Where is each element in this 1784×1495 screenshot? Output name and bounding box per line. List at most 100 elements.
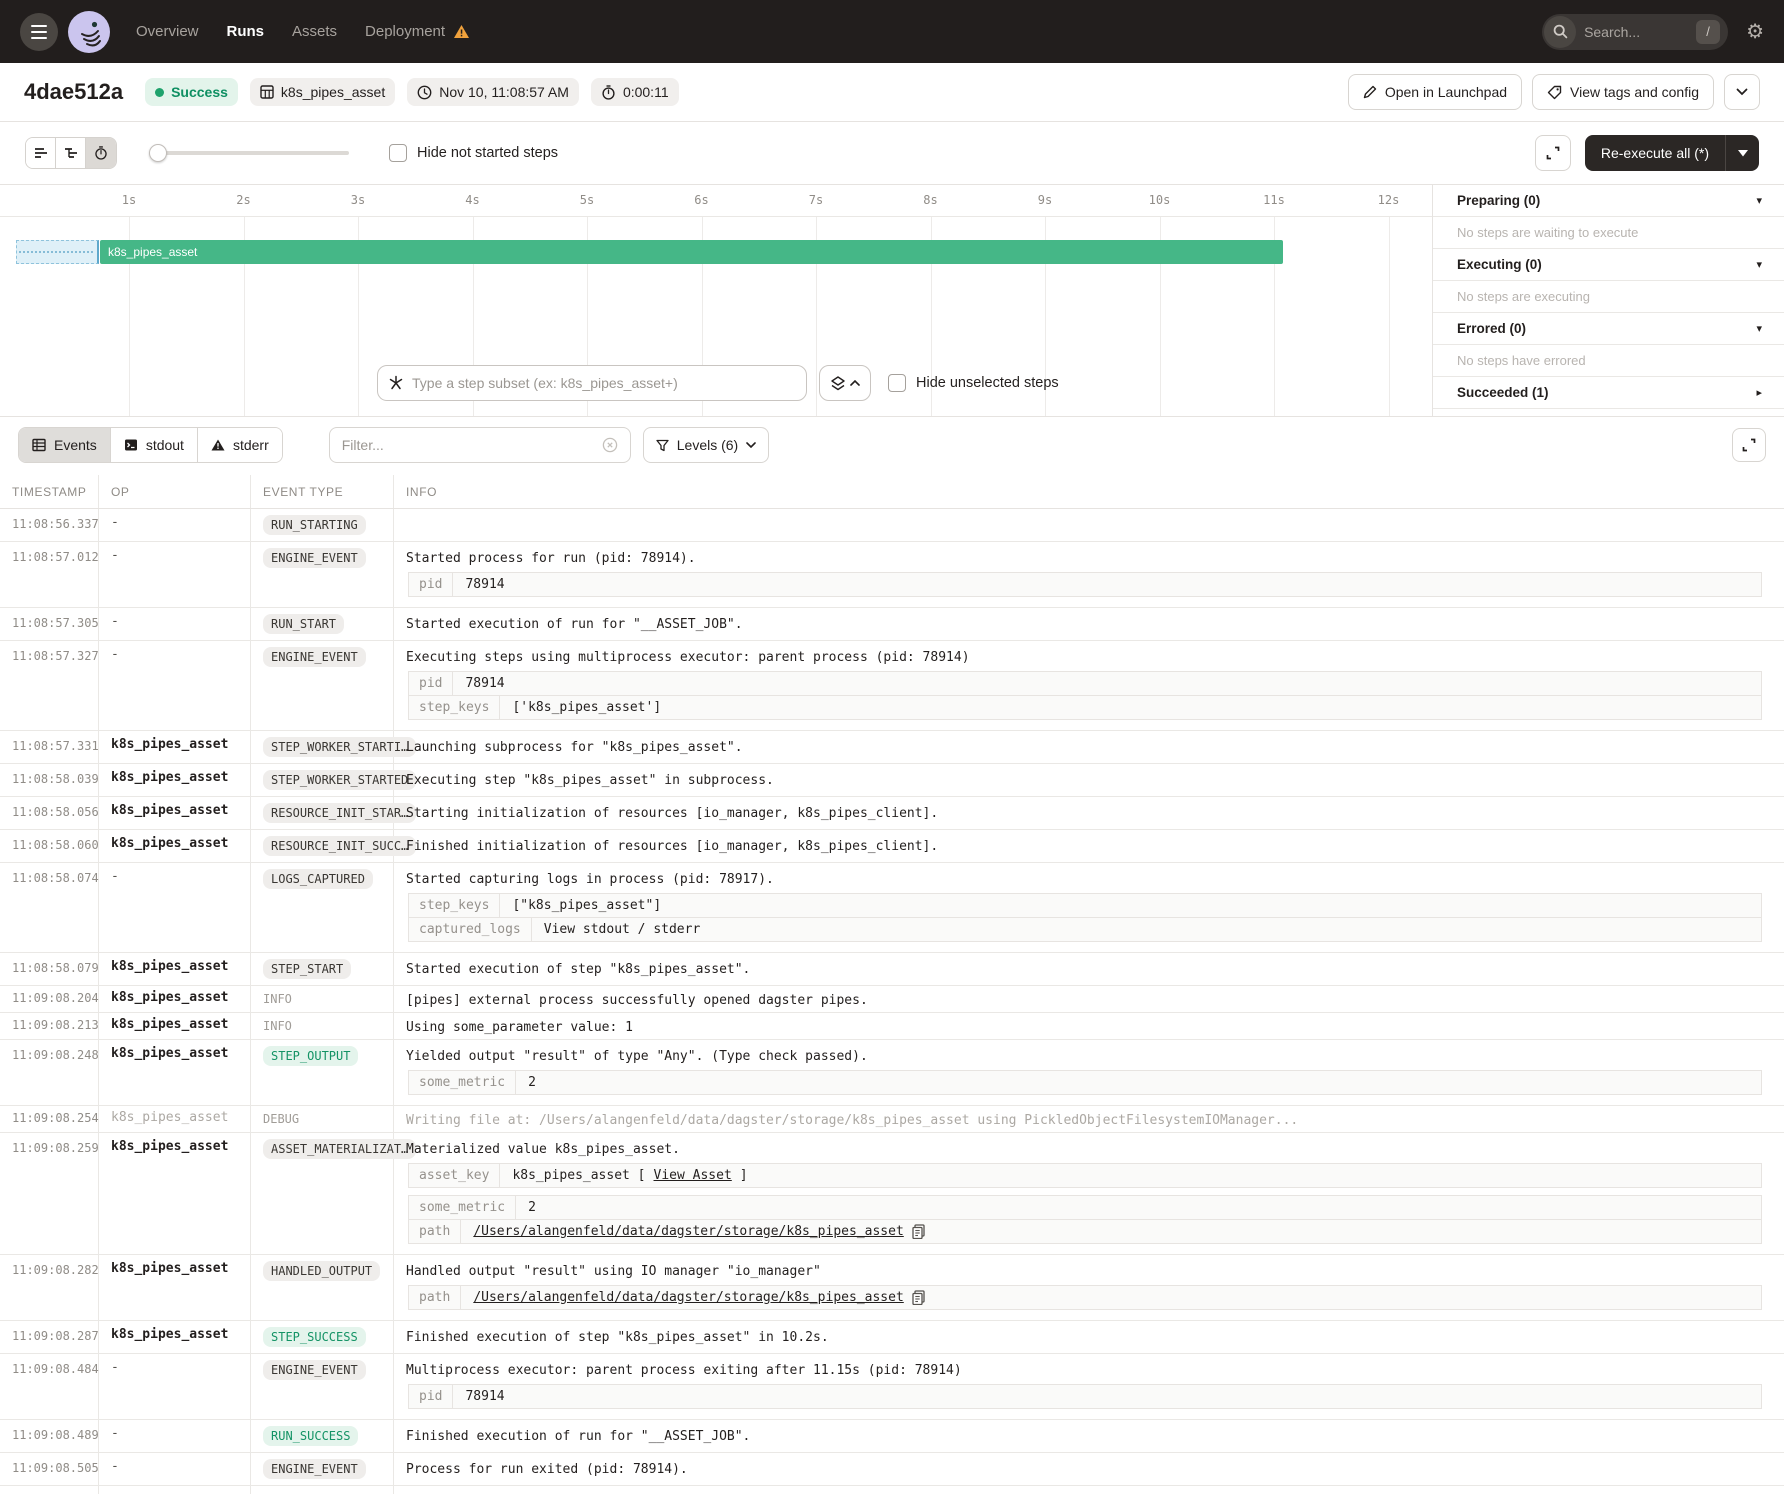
step-panel-section-preparing[interactable]: Preparing (0)▾ [1433,185,1784,217]
events-fullscreen-button[interactable] [1732,428,1766,462]
event-type-cell: STEP_SUCCESS [251,1321,394,1353]
global-search[interactable]: / [1542,14,1728,50]
event-info-cell: Finished initialization of resources [io… [394,830,1784,862]
event-row[interactable]: 11:08:58.074-LOGS_CAPTUREDStarted captur… [0,863,1784,953]
metadata-row: pid78914 [408,671,1762,696]
reexecute-dropdown-button[interactable] [1725,135,1759,171]
hide-unselected-checkbox[interactable] [888,374,906,392]
event-row[interactable]: 11:08:57.012-ENGINE_EVENTStarted process… [0,542,1784,608]
step-panel-section-errored[interactable]: Errored (0)▾ [1433,313,1784,345]
event-row[interactable]: 11:08:56.337-RUN_STARTING [0,509,1784,542]
nav-item-assets[interactable]: Assets [292,23,337,40]
path-link[interactable]: /Users/alangenfeld/data/dagster/storage/… [473,1290,903,1305]
hide-not-started-checkbox[interactable] [389,144,407,162]
search-input[interactable] [1584,24,1688,40]
event-row[interactable]: 11:08:58.056k8s_pipes_assetRESOURCE_INIT… [0,797,1784,830]
view-tags-config-button[interactable]: View tags and config [1532,74,1714,110]
event-type-cell: RUN_STARTING [251,509,394,541]
metadata-group: some_metric2 [408,1070,1762,1095]
status-badge[interactable]: Success [145,78,238,106]
nav-item-deployment[interactable]: Deployment [365,23,470,40]
event-row[interactable]: 11:08:58.060k8s_pipes_assetRESOURCE_INIT… [0,830,1784,863]
events-toolbar: Eventsstdoutstderr Levels (6) [0,417,1784,471]
metadata-text: 78914 [465,577,504,592]
event-type-badge: RUN_SUCCESS [263,1426,358,1446]
event-info-text: Process for run exited (pid: 78914). [406,1459,1774,1477]
events-filter-input[interactable] [342,437,594,453]
metadata-group: pid78914 [408,572,1762,597]
run-duration-badge[interactable]: 0:00:11 [591,78,679,106]
event-row[interactable]: 11:08:58.039k8s_pipes_assetSTEP_WORKER_S… [0,764,1784,797]
levels-filter-button[interactable]: Levels (6) [643,427,769,463]
event-row[interactable]: 11:09:08.484-ENGINE_EVENTMultiprocess ex… [0,1354,1784,1420]
event-row[interactable]: 11:08:58.079k8s_pipes_assetSTEP_STARTSta… [0,953,1784,986]
copy-icon[interactable] [912,1224,925,1239]
event-row[interactable]: 11:09:08.248k8s_pipes_assetSTEP_OUTPUTYi… [0,1040,1784,1106]
event-row[interactable]: 11:09:08.489-RUN_SUCCESSFinished executi… [0,1420,1784,1453]
zoom-slider-handle[interactable] [149,144,167,162]
step-panel-section-executing[interactable]: Executing (0)▾ [1433,249,1784,281]
clear-filter-icon[interactable] [602,437,618,453]
event-info-cell: Started execution of run for "__ASSET_JO… [394,608,1784,640]
nav-item-overview[interactable]: Overview [136,23,199,40]
dagster-logo[interactable] [68,11,110,53]
event-timestamp: 11:08:57.012 [0,542,99,607]
events-filter-field[interactable] [329,427,631,463]
gantt-fullscreen-button[interactable] [1535,135,1571,171]
event-row[interactable]: 11:09:08.204k8s_pipes_assetINFO[pipes] e… [0,986,1784,1013]
event-info-cell [394,1486,1784,1494]
metadata-row: captured_logsView stdout / stderr [408,917,1762,942]
event-info-text: Using some_parameter value: 1 [406,1017,1774,1035]
event-row[interactable]: 11:08:57.327-ENGINE_EVENTExecuting steps… [0,641,1784,731]
view-mode-waterfall-button[interactable] [56,138,86,168]
event-info-text: Executing steps using multiprocess execu… [406,647,1774,665]
view-mode-flat-button[interactable] [26,138,56,168]
copy-icon[interactable] [912,1290,925,1305]
event-info-text: Handled output "result" using IO manager… [406,1261,1774,1279]
event-row[interactable]: 11:08:57.305-RUN_STARTStarted execution … [0,608,1784,641]
gantt-step-bar[interactable]: k8s_pipes_asset [100,240,1283,264]
tab-events[interactable]: Events [19,428,111,462]
view-mode-timed-button[interactable] [86,138,116,168]
metadata-row: path/Users/alangenfeld/data/dagster/stor… [408,1219,1762,1244]
metadata-row: some_metric2 [408,1070,1762,1095]
event-row[interactable]: 11:09:08.287k8s_pipes_assetSTEP_SUCCESSF… [0,1321,1784,1354]
event-row[interactable]: 11:09:08.282k8s_pipes_assetHANDLED_OUTPU… [0,1255,1784,1321]
event-info-cell: Using some_parameter value: 1 [394,1013,1784,1039]
gear-icon[interactable]: ⚙ [1746,22,1764,42]
open-in-launchpad-button[interactable]: Open in Launchpad [1348,74,1522,110]
run-actions-dropdown-button[interactable] [1724,74,1760,110]
event-row[interactable]: 11:08:57.331k8s_pipes_assetSTEP_WORKER_S… [0,731,1784,764]
metadata-key: some_metric [409,1196,516,1219]
layers-toggle-button[interactable] [819,365,871,401]
event-row[interactable] [0,1486,1784,1494]
reexecute-all-button[interactable]: Re-execute all (*) [1585,135,1725,171]
event-row[interactable]: 11:09:08.254k8s_pipes_assetDEBUGWriting … [0,1106,1784,1133]
zoom-slider-track[interactable] [149,151,349,155]
event-op: - [99,863,251,952]
event-row[interactable]: 11:09:08.213k8s_pipes_assetINFOUsing som… [0,1013,1784,1040]
view-asset-link[interactable]: View Asset [654,1168,732,1183]
step-subset-field[interactable] [377,365,807,401]
metadata-key: pid [409,1385,453,1408]
stopwatch-icon [601,85,616,100]
metadata-row: path/Users/alangenfeld/data/dagster/stor… [408,1285,1762,1310]
tab-stderr[interactable]: stderr [198,428,282,462]
event-row[interactable]: 11:09:08.259k8s_pipes_assetASSET_MATERIA… [0,1133,1784,1255]
hamburger-menu-button[interactable] [20,13,58,51]
path-link[interactable]: /Users/alangenfeld/data/dagster/storage/… [473,1224,903,1239]
event-row[interactable]: 11:09:08.505-ENGINE_EVENTProcess for run… [0,1453,1784,1486]
run-datetime-badge[interactable]: Nov 10, 11:08:57 AM [407,78,579,106]
event-type-cell: INFO [251,1013,394,1039]
tab-stdout[interactable]: stdout [111,428,198,462]
step-subset-input[interactable] [412,375,796,391]
step-panel-section-succeeded[interactable]: Succeeded (1)▸ [1433,377,1784,409]
event-op: k8s_pipes_asset [99,797,251,829]
metadata-group: some_metric2path/Users/alangenfeld/data/… [408,1195,1762,1244]
event-timestamp: 11:09:08.248 [0,1040,99,1105]
event-info-cell: Writing file at: /Users/alangenfeld/data… [394,1106,1784,1132]
timeline-tick: 6s [694,193,708,207]
nav-item-runs[interactable]: Runs [227,23,265,40]
zoom-slider[interactable] [149,137,349,169]
job-name-badge[interactable]: k8s_pipes_asset [250,78,395,106]
